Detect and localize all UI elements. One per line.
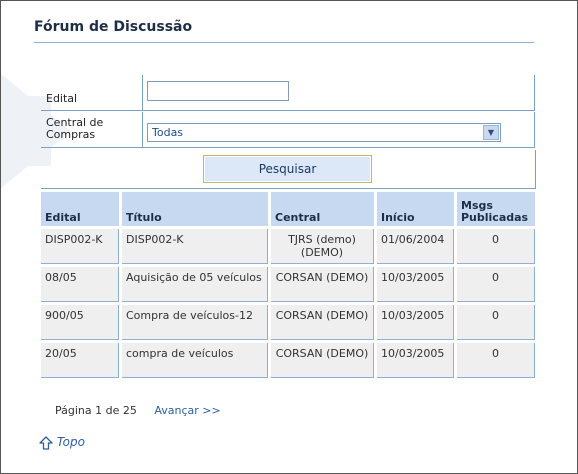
table-row[interactable]: 08/05 Aquisição de 05 veículos CORSAN (D… [41,267,535,302]
results-table: Edital Título Central Início Msgs Public… [38,189,538,381]
cell-msgs: 0 [457,267,535,302]
edital-label-cell: Edital [41,75,143,111]
column-header-msgs[interactable]: Msgs Publicadas [457,192,535,226]
cell-titulo[interactable]: compra de veículos [122,343,268,378]
page-frame: Fórum de Discussão Edital Central de Com… [0,0,578,474]
column-header-edital[interactable]: Edital [41,192,119,226]
table-header-row: Edital Título Central Início Msgs Public… [41,192,535,226]
central-select-value: Todas [152,126,184,139]
edital-value-cell [142,75,535,111]
next-page-link[interactable]: Avançar >> [154,404,220,417]
back-to-top-label[interactable]: Topo [57,435,85,449]
chevron-down-icon[interactable]: ▼ [483,125,499,140]
search-button-row: Pesquisar [41,150,536,189]
cell-central: CORSAN (DEMO) [271,267,374,302]
cell-edital[interactable]: 08/05 [41,267,119,302]
edital-input[interactable] [147,81,289,101]
cell-central: CORSAN (DEMO) [271,305,374,340]
cell-inicio: 10/03/2005 [377,267,454,302]
central-select[interactable]: Todas ▼ [147,123,501,142]
cell-inicio: 10/03/2005 [377,305,454,340]
cell-msgs: 0 [457,229,535,264]
cell-inicio: 10/03/2005 [377,343,454,378]
column-header-titulo[interactable]: Título [122,192,268,226]
up-arrow-icon[interactable] [39,435,53,450]
cell-central: TJRS (demo) (DEMO) [271,229,374,264]
table-row[interactable]: DISP002-K DISP002-K TJRS (demo) (DEMO) 0… [41,229,535,264]
column-header-central[interactable]: Central [271,192,374,226]
cell-msgs: 0 [457,305,535,340]
cell-inicio: 01/06/2004 [377,229,454,264]
cell-edital[interactable]: DISP002-K [41,229,119,264]
cell-edital[interactable]: 900/05 [41,305,119,340]
cell-edital[interactable]: 20/05 [41,343,119,378]
cell-central: CORSAN (DEMO) [271,343,374,378]
central-label: Central de Compras [46,116,104,141]
title-divider [34,42,534,43]
edital-row: Edital [41,75,535,111]
page-title: Fórum de Discussão [34,19,193,35]
central-value-cell: Todas ▼ [142,112,535,148]
column-header-inicio[interactable]: Início [377,192,454,226]
back-to-top-link[interactable]: Topo [39,435,85,450]
cell-titulo[interactable]: Aquisição de 05 veículos [122,267,268,302]
central-label-cell: Central de Compras [41,112,143,148]
table-row[interactable]: 20/05 compra de veículos CORSAN (DEMO) 1… [41,343,535,378]
pagination: Página 1 de 25 Avançar >> [55,404,221,417]
table-row[interactable]: 900/05 Compra de veículos-12 CORSAN (DEM… [41,305,535,340]
search-button[interactable]: Pesquisar [203,155,372,183]
cell-titulo[interactable]: DISP002-K [122,229,268,264]
page-info: Página 1 de 25 [55,404,137,417]
cell-titulo[interactable]: Compra de veículos-12 [122,305,268,340]
cell-msgs: 0 [457,343,535,378]
edital-label: Edital [46,92,78,105]
central-row: Central de Compras Todas ▼ [41,112,535,148]
